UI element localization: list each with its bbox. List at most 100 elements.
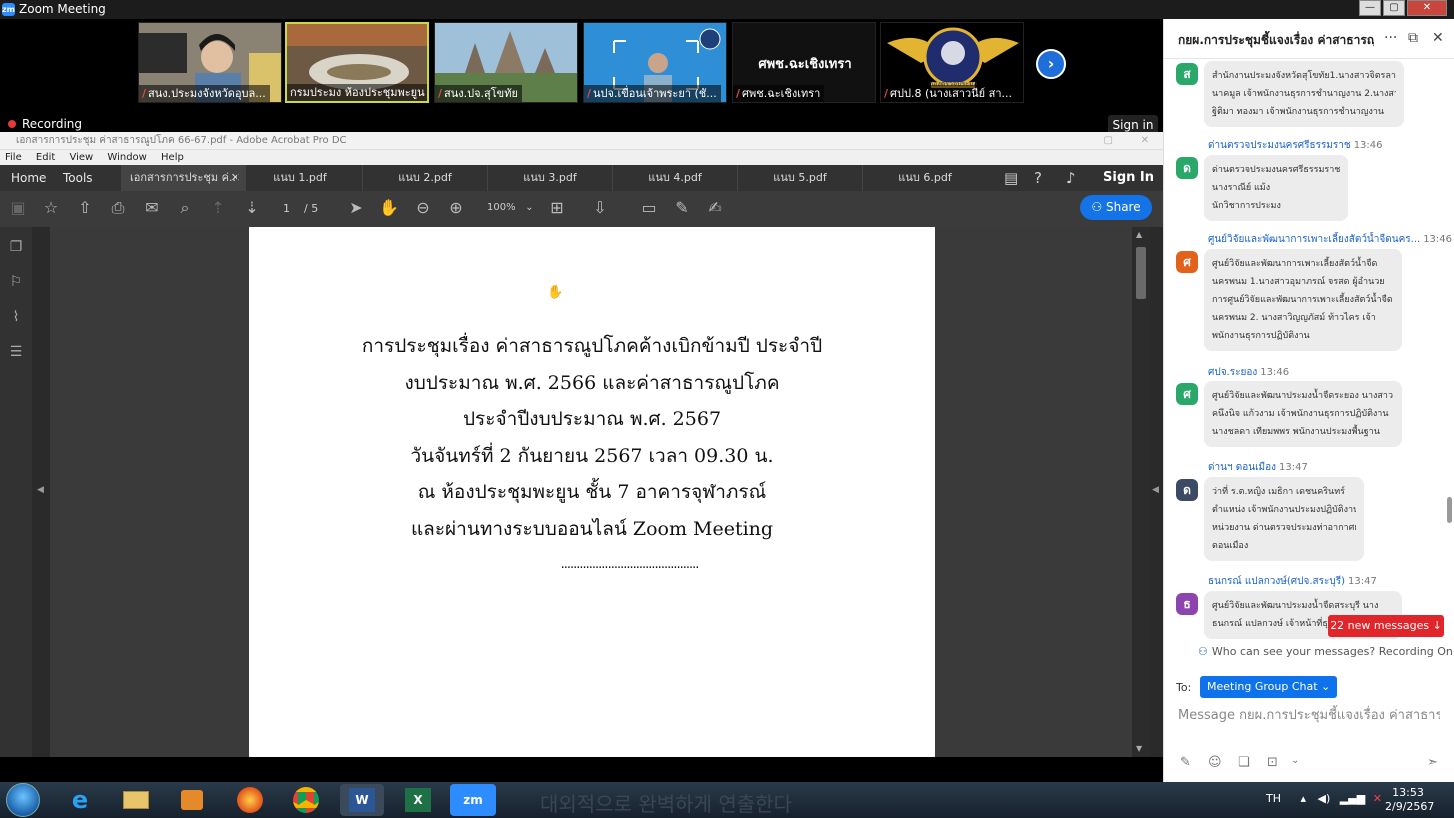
hand-tool-icon[interactable]: ✋	[378, 199, 400, 217]
recipient-dropdown[interactable]: Meeting Group Chat ⌄	[1200, 676, 1338, 698]
sender-avatar[interactable]: ธ	[1176, 593, 1198, 615]
message-bubble[interactable]: ศูนย์วิจัยและพัฒนาประมงน้ำจืดระยอง นางสา…	[1204, 381, 1402, 447]
close-chat-icon[interactable]: ✕	[1432, 30, 1444, 46]
doc-tab-attachment-1[interactable]: แนบ 1.pdf	[237, 165, 362, 191]
zoom-out-icon[interactable]: ⊖	[412, 199, 434, 217]
tools-tab[interactable]: Tools	[63, 165, 93, 191]
menu-view[interactable]: View	[69, 150, 93, 165]
document-viewport[interactable]: ✋ การประชุมเรื่อง ค่าสาธารณูปโภคค้างเบิก…	[50, 227, 1132, 757]
video-tile[interactable]: ศพช.ฉะเชิงเทรา / ศพช.ฉะเชิงเทรา	[732, 22, 876, 103]
message-sender[interactable]: ด่านฯ ดอนเมือง 13:47	[1208, 460, 1308, 475]
screenshot-icon[interactable]: ⊡	[1267, 755, 1278, 770]
page-thumbnails-icon[interactable]: ❐	[7, 239, 25, 257]
sender-avatar[interactable]: ศ	[1176, 251, 1198, 273]
minimize-button[interactable]: —	[1359, 0, 1381, 16]
bell-icon[interactable]: ♪	[1066, 169, 1076, 187]
menu-edit[interactable]: Edit	[36, 150, 55, 165]
format-text-icon[interactable]: ✎	[1180, 755, 1191, 770]
doc-tab-attachment-5[interactable]: แนบ 5.pdf	[737, 165, 862, 191]
video-tile[interactable]: กองตรวจประมง / ศปป.8 (นางเสาวนีย์ สา...	[880, 22, 1024, 103]
zoom-in-icon[interactable]: ⊕	[445, 199, 467, 217]
chat-visibility-notice[interactable]: ⚇ Who can see your messages? Recording On	[1198, 645, 1453, 658]
internet-explorer-icon[interactable]: e	[58, 784, 102, 816]
chevron-down-icon[interactable]: ⌄	[1291, 755, 1299, 766]
doc-tab-attachment-2[interactable]: แนบ 2.pdf	[362, 165, 487, 191]
video-tile-active-speaker[interactable]: กรมประมง ห้องประชุมพะยูน	[285, 22, 429, 103]
network-signal-icon[interactable]: ▂▄▆	[1340, 792, 1365, 805]
emoji-icon[interactable]: ☺	[1208, 755, 1222, 770]
system-clock[interactable]: 13:53 2/9/2567	[1385, 786, 1434, 814]
volume-icon[interactable]: ◀)	[1318, 792, 1331, 805]
message-sender[interactable]: ศูนย์วิจัยและพัฒนาการเพาะเลี้ยงสัตว์น้ำจ…	[1208, 232, 1452, 247]
close-icon[interactable]: ✕	[1141, 132, 1149, 150]
save-icon[interactable]: ▣	[7, 199, 29, 217]
bookmark-icon[interactable]: ⚐	[7, 274, 25, 292]
show-hidden-icons-icon[interactable]: ▴	[1301, 792, 1307, 805]
next-page-icon[interactable]: ⇣	[241, 199, 263, 217]
mail-icon[interactable]: ✉	[141, 199, 163, 217]
message-sender[interactable]: ศปจ.ระยอง 13:46	[1208, 365, 1289, 380]
recording-indicator[interactable]: Recording	[8, 117, 82, 131]
media-player-icon[interactable]	[170, 784, 214, 816]
scroll-down-icon[interactable]: ▼	[1136, 744, 1142, 753]
doc-tab-attachment-6[interactable]: แนบ 6.pdf	[862, 165, 987, 191]
next-participants-button[interactable]: ›	[1036, 49, 1066, 79]
zoom-taskbar-icon[interactable]: zm	[450, 784, 496, 816]
close-window-button[interactable]: ✕	[1407, 0, 1447, 16]
message-sender[interactable]: ด่านตรวจประมงนครศรีธรรมราช 13:46	[1208, 138, 1383, 153]
layers-icon[interactable]: ☰	[7, 344, 25, 362]
popout-icon[interactable]: ⧉	[1408, 30, 1418, 46]
doc-tab-attachment-4[interactable]: แนบ 4.pdf	[612, 165, 737, 191]
attachment-paperclip-icon[interactable]: ⌇	[7, 309, 25, 327]
star-icon[interactable]: ☆	[40, 199, 62, 217]
sender-avatar[interactable]: ด	[1176, 479, 1198, 501]
comment-bubble-icon[interactable]: ▤	[1004, 169, 1018, 187]
sender-avatar[interactable]: ส	[1176, 63, 1198, 85]
chat-scrollbar-thumb[interactable]	[1447, 497, 1452, 523]
video-tile[interactable]: / สนง.ประมงจังหวัดอุบล...	[138, 22, 282, 103]
menu-file[interactable]: File	[5, 150, 22, 165]
previous-page-icon[interactable]: ⇡	[207, 199, 229, 217]
message-bubble[interactable]: ด่านตรวจประมงนครศรีธรรมราช นางราณีย์ แม้ง…	[1204, 155, 1348, 221]
more-options-icon[interactable]: ···	[1384, 30, 1397, 46]
home-tab[interactable]: Home	[11, 165, 46, 191]
chat-message-input[interactable]: Message กยผ.การประชุมชี้แจงเรื่อง ค่าสาธ…	[1178, 705, 1440, 727]
select-cursor-icon[interactable]: ➤	[345, 199, 367, 217]
page-indicator[interactable]: 1 / 5	[283, 202, 318, 215]
chrome-icon[interactable]	[284, 784, 328, 816]
maximize-button[interactable]: ▢	[1383, 0, 1405, 16]
zoom-level-select[interactable]: 100% ⌄	[487, 202, 534, 213]
sign-icon[interactable]: ✍	[704, 199, 726, 217]
new-messages-button[interactable]: 22 new messages ↓	[1328, 615, 1444, 637]
menu-help[interactable]: Help	[161, 150, 184, 165]
document-scrollbar[interactable]: ▲ ▼	[1132, 227, 1150, 757]
file-icon[interactable]: ❏	[1238, 755, 1250, 770]
message-bubble[interactable]: สำนักงานประมงจังหวัดสุโขทัย1.นางสาวจิตรล…	[1204, 61, 1404, 127]
restore-icon[interactable]: ▢	[1104, 132, 1113, 150]
network-error-icon[interactable]: ✕	[1373, 792, 1382, 805]
excel-icon[interactable]: X	[396, 784, 440, 816]
video-tile[interactable]: / นปจ.เขื่อนเจ้าพระยา (ชั...	[583, 22, 727, 103]
right-pane-collapse-handle[interactable]: ◀	[1150, 227, 1163, 757]
send-icon[interactable]: ➣	[1427, 755, 1438, 770]
firefox-icon[interactable]	[228, 784, 272, 816]
message-bubble[interactable]: ศูนย์วิจัยและพัฒนาการเพาะเลี้ยงสัตว์น้ำจ…	[1204, 249, 1402, 351]
upload-cloud-icon[interactable]: ⇧	[74, 199, 96, 217]
doc-tab-current[interactable]: เอกสารการประชุม ค่... ✕	[121, 165, 246, 191]
windows-start-icon[interactable]	[6, 783, 40, 817]
help-icon[interactable]: ?	[1034, 169, 1042, 187]
fit-page-icon[interactable]: ⊞	[546, 199, 568, 217]
scroll-up-icon[interactable]: ▲	[1136, 230, 1142, 239]
share-button[interactable]: ⚇ Share	[1080, 195, 1152, 220]
sender-avatar[interactable]: ด	[1176, 157, 1198, 179]
word-icon[interactable]: W	[340, 784, 384, 816]
search-icon[interactable]: ⌕	[174, 199, 196, 217]
left-pane-collapse-handle[interactable]: ◀	[32, 227, 50, 757]
doc-tab-attachment-3[interactable]: แนบ 3.pdf	[487, 165, 612, 191]
highlight-pen-icon[interactable]: ✎	[671, 199, 693, 217]
file-explorer-icon[interactable]	[114, 784, 158, 816]
menu-window[interactable]: Window	[107, 150, 146, 165]
comment-icon[interactable]: ▭	[638, 199, 660, 217]
print-icon[interactable]: ⎙	[107, 199, 129, 217]
input-language[interactable]: TH	[1266, 792, 1281, 805]
